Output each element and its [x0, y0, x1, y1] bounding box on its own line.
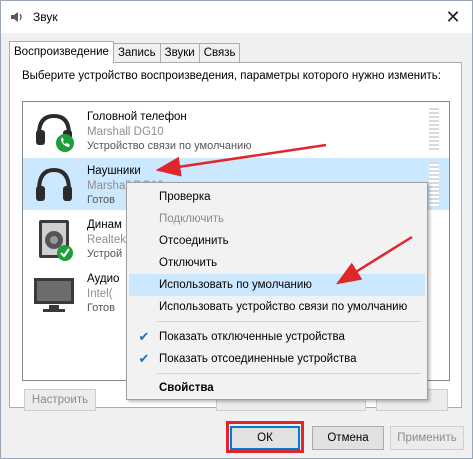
menu-item-set-default[interactable]: Использовать по умолчанию [129, 274, 425, 296]
tab-sounds[interactable]: Звуки [159, 43, 200, 63]
context-menu: Проверка Подключить Отсоединить Отключит… [126, 182, 428, 400]
menu-item-set-default-communication[interactable]: Использовать устройство связи по умолчан… [129, 296, 425, 318]
menu-item-test[interactable]: Проверка [129, 186, 425, 208]
device-model: Intel( [87, 288, 113, 300]
tab-bar: Воспроизведение Запись Звуки Связь [9, 41, 241, 63]
device-status: Устройство связи по умолчанию [87, 140, 252, 152]
instruction-text: Выберите устройство воспроизведения, пар… [22, 70, 441, 82]
monitor-icon [34, 278, 74, 312]
menu-item-connect[interactable]: Подключить [129, 208, 425, 230]
menu-separator [157, 321, 421, 322]
menu-item-disable[interactable]: Отключить [129, 252, 425, 274]
headset-icon [36, 113, 74, 152]
menu-item-properties[interactable]: Свойства [129, 377, 425, 399]
window-title: Звук [33, 10, 58, 24]
tab-communications[interactable]: Связь [198, 43, 241, 63]
device-model: Marshall DG10 [87, 126, 164, 138]
tab-playback[interactable]: Воспроизведение [9, 41, 114, 63]
close-button[interactable]: ✕ [438, 4, 468, 30]
device-item-headset[interactable]: Головной телефон Marshall DG10 Устройств… [23, 104, 449, 156]
device-name: Аудио [87, 273, 120, 285]
checkmark-icon: ✔ [138, 329, 150, 344]
title-bar[interactable]: Звук ✕ [1, 1, 472, 33]
tab-recording[interactable]: Запись [112, 43, 161, 63]
speaker-icon [39, 220, 73, 261]
device-status: Готов [87, 302, 115, 314]
cancel-button[interactable]: Отмена [312, 426, 384, 450]
device-status: Готов [87, 194, 115, 206]
menu-item-show-disabled[interactable]: ✔ Показать отключенные устройства [129, 326, 425, 348]
speaker-icon [11, 12, 22, 22]
phone-badge-icon [56, 134, 74, 152]
device-model: Realtek [87, 234, 126, 246]
menu-item-label: Показать отключенные устройства [159, 331, 345, 343]
apply-button[interactable]: Применить [390, 426, 464, 450]
annotation-highlight-box [226, 421, 304, 453]
menu-separator [157, 373, 421, 374]
configure-button[interactable]: Настроить [24, 389, 96, 411]
device-name: Головной телефон [87, 111, 187, 123]
close-icon: ✕ [445, 6, 461, 27]
device-status: Устрой [87, 248, 123, 260]
volume-level-meter [429, 108, 439, 152]
menu-item-label: Показать отсоединенные устройства [159, 353, 357, 365]
menu-item-disconnect[interactable]: Отсоединить [129, 230, 425, 252]
headphones-icon [36, 167, 72, 201]
device-name: Наушники [87, 165, 141, 177]
menu-item-show-disconnected[interactable]: ✔ Показать отсоединенные устройства [129, 348, 425, 370]
checkmark-icon: ✔ [138, 351, 150, 366]
device-name: Динам [87, 219, 122, 231]
volume-level-meter [429, 162, 439, 206]
